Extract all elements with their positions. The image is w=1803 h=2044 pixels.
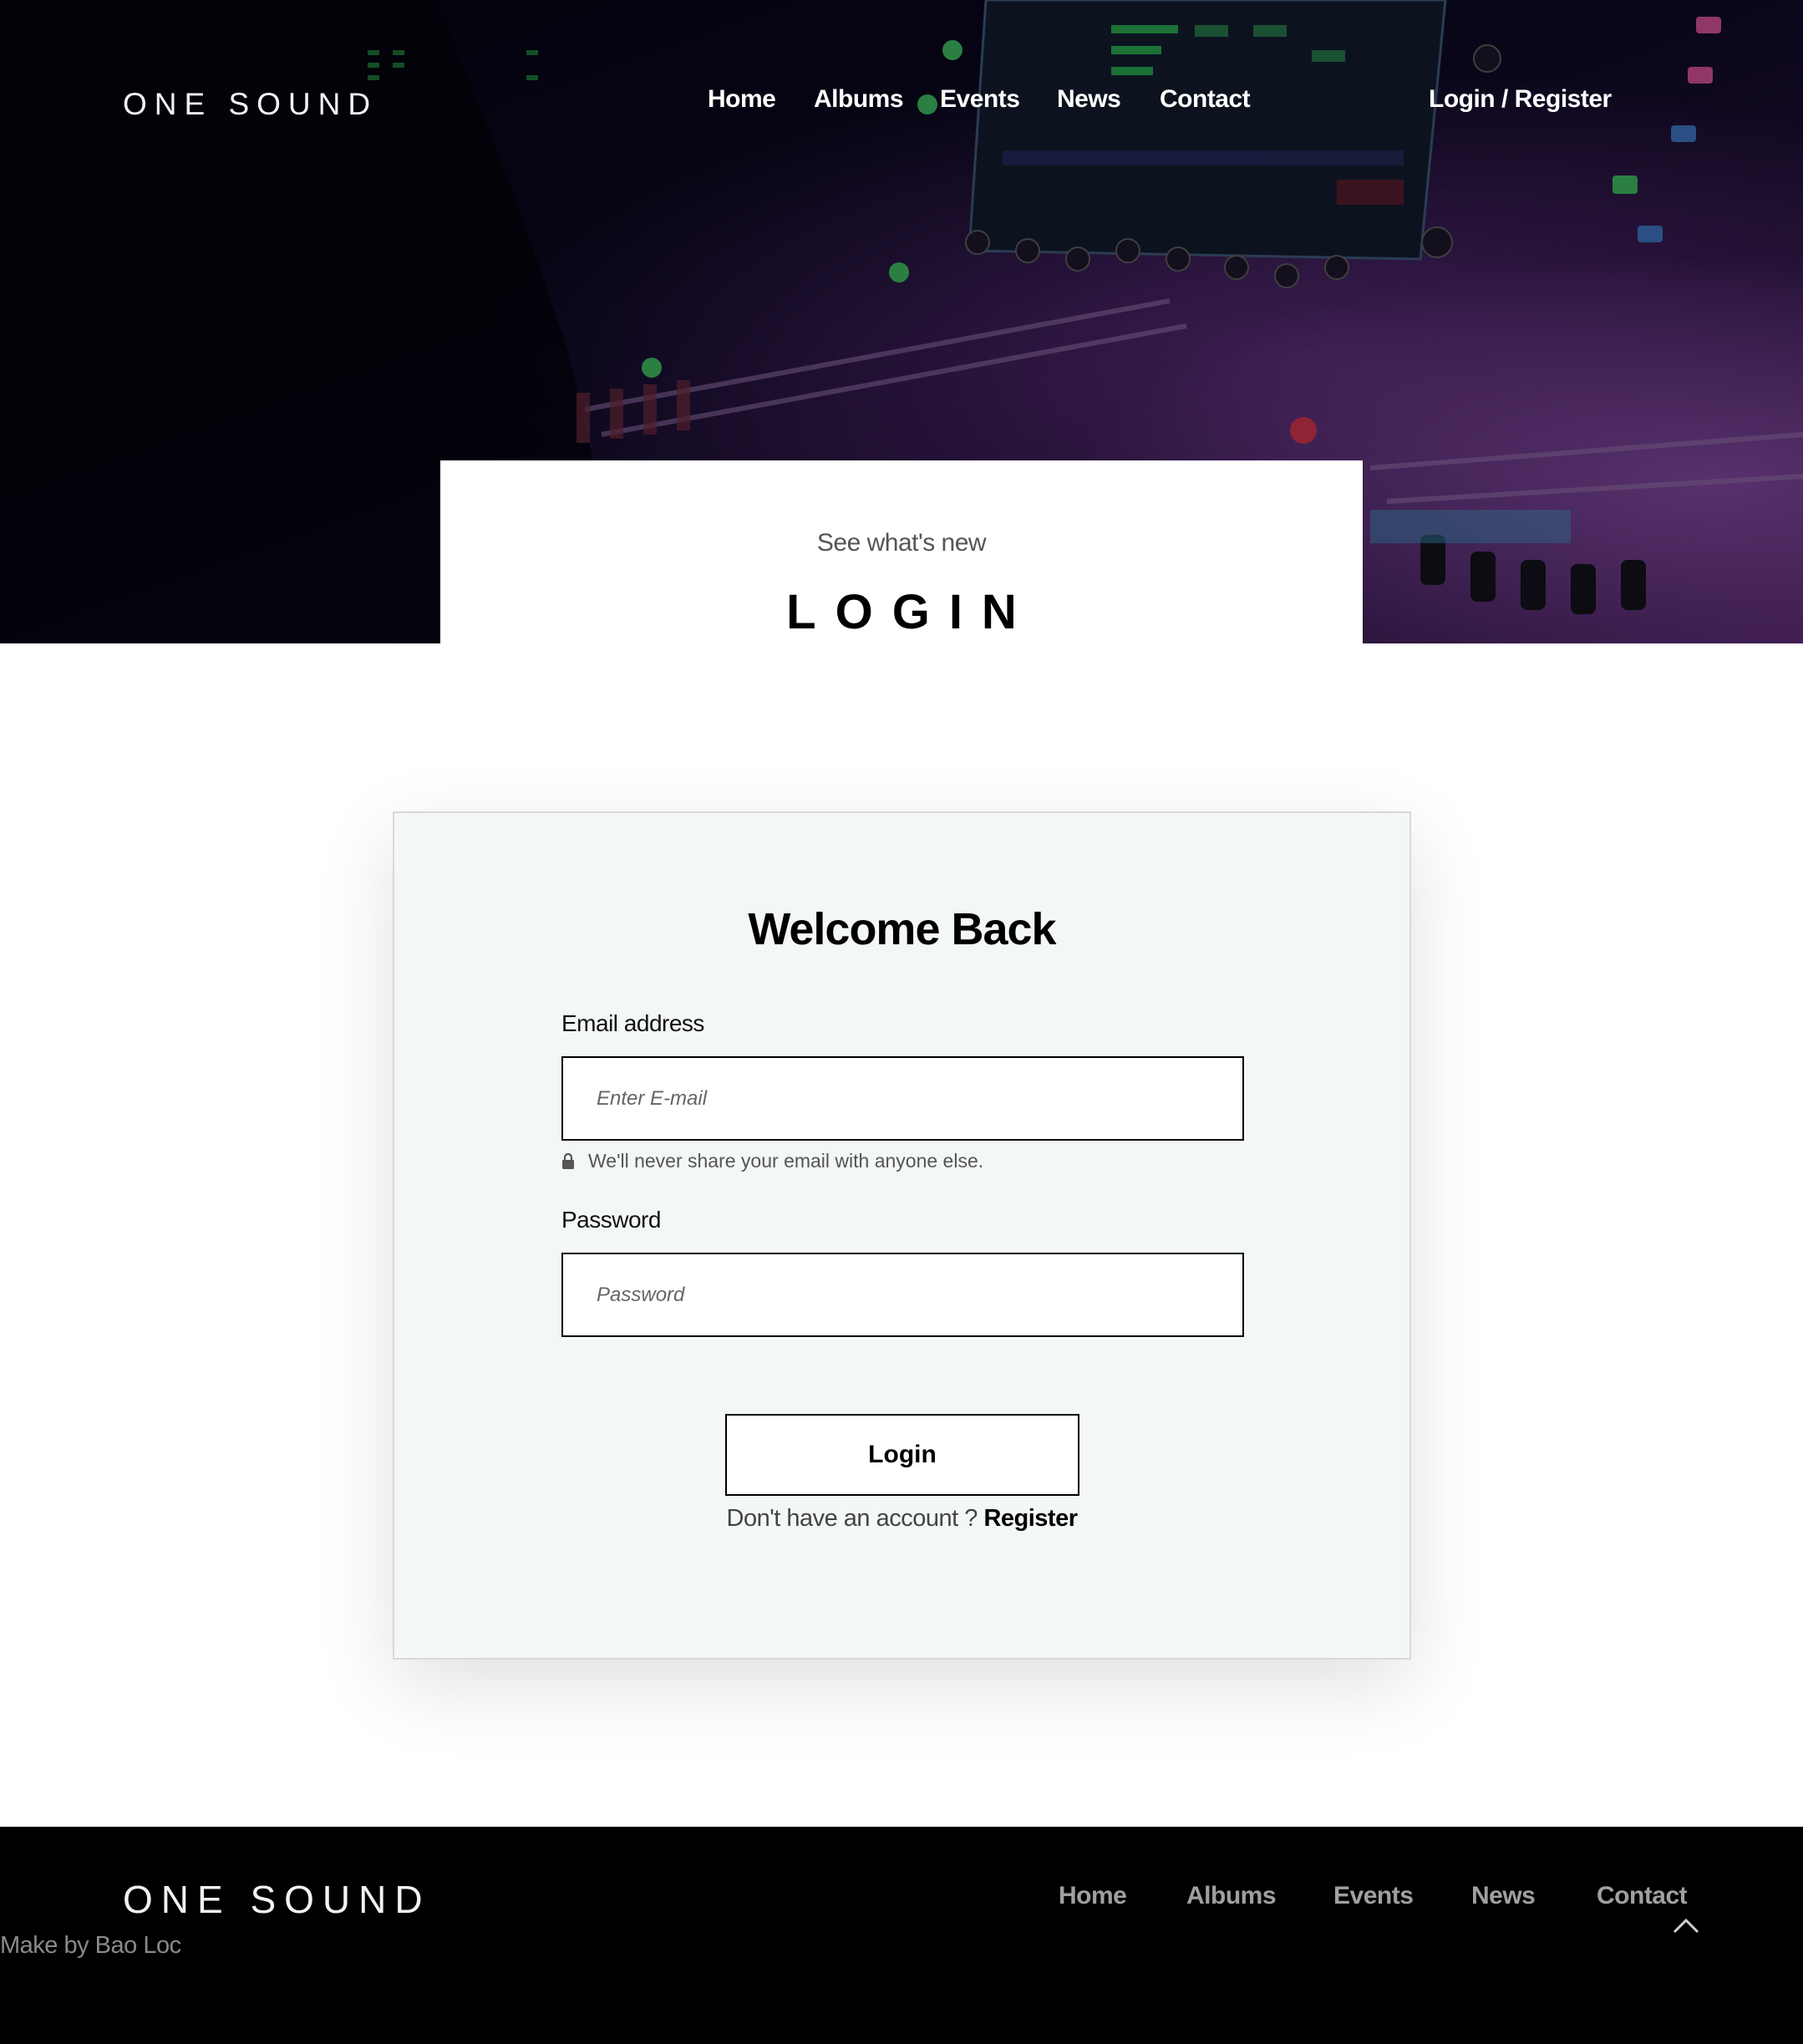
site-footer: ONE SOUND Make by Bao Loc Home Albums Ev… (0, 1827, 1803, 2044)
nav-item-home[interactable]: Home (708, 85, 776, 114)
nav-item-events[interactable]: Events (940, 85, 1020, 114)
login-heading: Welcome Back (748, 904, 1056, 954)
email-help-label: We'll never share your email with anyone… (588, 1150, 984, 1172)
password-field[interactable] (561, 1253, 1244, 1337)
footer-nav-events[interactable]: Events (1333, 1882, 1414, 1910)
chevron-up-icon[interactable] (1671, 1915, 1701, 1935)
password-label: Password (561, 1207, 661, 1233)
page-title: LOGIN (786, 585, 1036, 639)
nav-item-contact[interactable]: Contact (1160, 85, 1251, 114)
register-link[interactable]: Register (983, 1505, 1078, 1532)
nav-item-news[interactable]: News (1057, 85, 1121, 114)
footer-nav-albums[interactable]: Albums (1186, 1882, 1277, 1910)
login-register-link[interactable]: Login / Register (1429, 85, 1612, 114)
login-card: Welcome Back Email address We'll never s… (393, 811, 1411, 1660)
email-field[interactable] (561, 1056, 1244, 1141)
footer-nav-contact[interactable]: Contact (1597, 1882, 1688, 1910)
footer-credit: Make by Bao Loc (0, 1932, 181, 1959)
page-title-box: See what's new LOGIN (440, 460, 1363, 643)
email-help-text: We'll never share your email with anyone… (561, 1150, 983, 1172)
hero-banner: ONE SOUND Home Albums Events News Contac… (0, 0, 1803, 643)
footer-nav-home[interactable]: Home (1059, 1882, 1127, 1910)
login-button[interactable]: Login (725, 1414, 1079, 1496)
no-account-text: Don't have an account ? (726, 1505, 978, 1532)
footer-logo[interactable]: ONE SOUND (123, 1877, 431, 1922)
nav-item-albums[interactable]: Albums (814, 85, 904, 114)
footer-nav-news[interactable]: News (1471, 1882, 1536, 1910)
register-prompt: Don't have an account ? Register (394, 1505, 1409, 1533)
email-label: Email address (561, 1010, 704, 1036)
site-logo[interactable]: ONE SOUND (123, 87, 378, 122)
lock-icon (562, 1152, 574, 1169)
page-subtitle: See what's new (816, 529, 987, 557)
